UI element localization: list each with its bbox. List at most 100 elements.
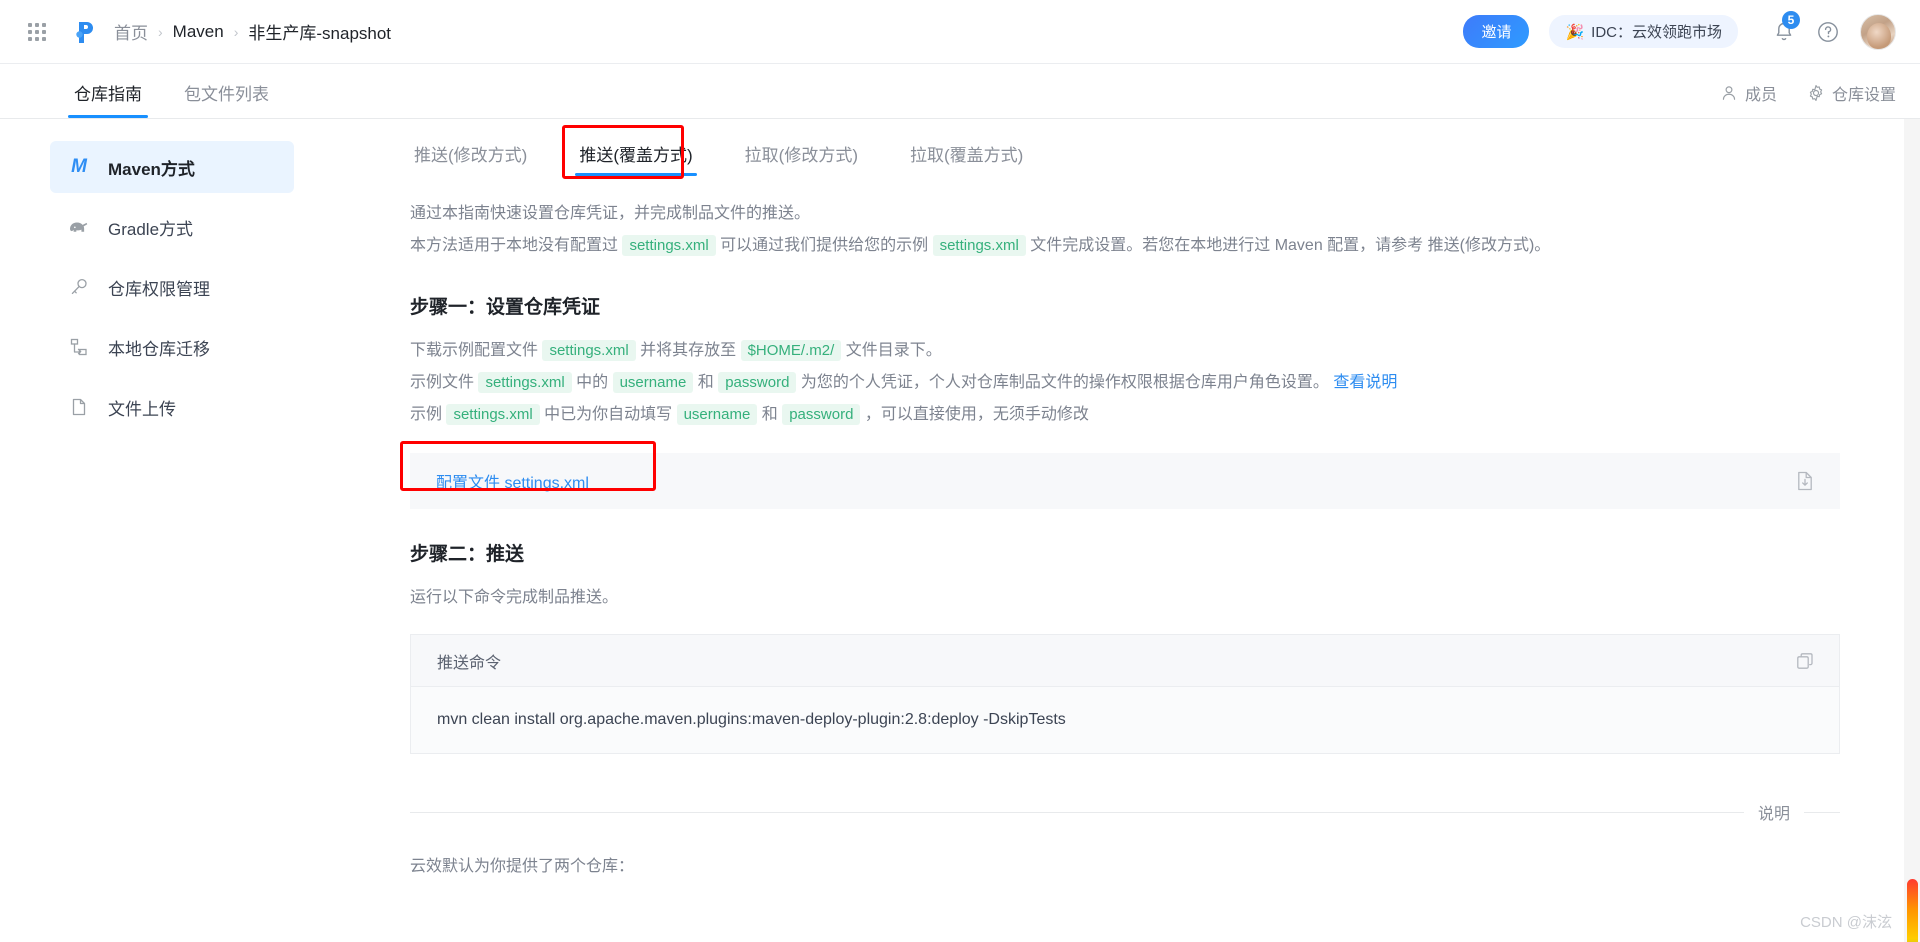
divider-line-left [410,811,1744,813]
divider-label: 说明 [1757,806,1790,823]
page-tabs: 仓库指南 包文件列表 成员 仓库设置 [0,64,1920,119]
intro-paragraph-2: 本方法适用于本地没有配置过 settings.xml 可以通过我们提供给您的示例… [410,230,1840,262]
repo-settings-label: 仓库设置 [1831,87,1896,104]
file-download-icon [1798,471,1812,491]
intro2-text-c: 文件完成设置。若您在本地进行过 Maven 配置，请参考 推送(修改方式)。 [1030,237,1551,254]
file-icon [68,396,90,418]
code-chip-settings-xml: settings.xml [446,404,540,425]
code-chip-username: username [612,372,694,393]
step1l1-text-c: 文件目录下。 [845,342,942,359]
members-button[interactable]: 成员 [1720,81,1777,105]
copy-command-button[interactable] [1795,651,1815,671]
step1l2-text-c: 和 [697,374,714,391]
invite-button[interactable]: 邀请 [1463,15,1530,48]
step1l2-text-d: 为您的个人凭证，个人对仓库制品文件的操作权限根据仓库用户角色设置。 [800,374,1329,391]
gear-icon [1809,85,1823,101]
explanation-text: 云效默认为你提供了两个仓库： [410,858,635,875]
content-tab-pull-override[interactable]: 拉取(覆盖方式) [906,141,1027,176]
step1l3-text-c: 和 [761,406,778,423]
content-tabs: 推送(修改方式) 推送(覆盖方式) 拉取(修改方式) 拉取(覆盖方式) [410,125,1840,179]
page-scrollbar-track[interactable] [1904,119,1920,942]
step-two-title: 步骤二：推送 [410,544,525,565]
migrate-icon [68,336,90,358]
sidebar-item-label: 本地仓库迁移 [108,339,210,359]
code-chip-password: password [718,372,797,393]
code-chip-password: password [782,404,861,425]
promo-banner[interactable]: 🎉 IDC：云效领跑市场 [1549,15,1738,48]
push-command-title: 推送命令 [437,654,502,672]
settings-file-card: 配置文件 settings.xml [400,441,1840,509]
repo-settings-button[interactable]: 仓库设置 [1807,81,1896,105]
apps-grid-icon[interactable] [26,21,48,43]
sidebar-item-gradle[interactable]: Gradle方式 [50,201,294,253]
sidebar-item-file-upload[interactable]: 文件上传 [50,381,294,433]
maven-m-icon: M [71,156,87,177]
intro2-text-a: 本方法适用于本地没有配置过 [410,237,619,254]
watermark: CSDN @沫泫 [1800,914,1892,931]
content-tab-push-modify[interactable]: 推送(修改方式) [410,141,531,176]
code-chip-settings-xml: settings.xml [622,235,716,256]
notifications-button[interactable]: 5 [1772,10,1800,44]
members-label: 成员 [1744,87,1777,104]
breadcrumb-item-maven[interactable]: Maven [173,22,224,42]
promo-label: IDC：云效领跑市场 [1591,24,1722,41]
sidebar-item-migrate[interactable]: 本地仓库迁移 [50,321,294,373]
intro2-text-b: 可以通过我们提供给您的示例 [720,237,929,254]
key-icon [68,276,90,298]
divider-line-right [1804,811,1840,813]
breadcrumb-item-home[interactable]: 首页 [114,19,148,44]
code-chip-settings-xml: settings.xml [542,340,636,361]
content-tab-push-override[interactable]: 推送(覆盖方式) [575,141,697,176]
section-divider: 说明 [410,800,1840,824]
step1-line-3: 示例 settings.xml 中已为你自动填写 username 和 pass… [410,399,1840,431]
help-button[interactable] [1816,20,1840,44]
notification-badge: 5 [1782,10,1800,29]
top-header: 首页 › Maven › 非生产库-snapshot 邀请 🎉 IDC：云效领跑… [0,0,1920,64]
step1l3-text-d: ，可以直接使用，无须手动修改 [864,406,1089,423]
step1l2-text-b: 中的 [576,374,609,391]
sidebar-item-label: Gradle方式 [108,219,194,239]
sidebar-item-label: Maven方式 [108,159,195,179]
party-popper-icon: 🎉 [1565,23,1585,41]
sidebar-item-label: 文件上传 [108,399,176,419]
platform-logo-icon[interactable] [70,17,100,47]
code-chip-settings-xml: settings.xml [478,372,572,393]
breadcrumb: 首页 › Maven › 非生产库-snapshot [114,19,391,44]
sidebar-item-permissions[interactable]: 仓库权限管理 [50,261,294,313]
step1l2-text-a: 示例文件 [410,374,475,391]
header-actions: 邀请 🎉 IDC：云效领跑市场 5 [1463,10,1896,50]
step1-line-2: 示例文件 settings.xml 中的 username 和 password… [410,367,1840,399]
step1l1-text-b: 并将其存放至 [640,342,737,359]
code-chip-settings-xml: settings.xml [932,235,1026,256]
page-body: M Maven方式 Gradle方式 仓库权限管理 本地仓库迁移 文件上传 推送… [0,119,1920,942]
step1-line-1: 下载示例配置文件 settings.xml 并将其存放至 $HOME/.m2/ … [410,335,1840,367]
tab-package-files[interactable]: 包文件列表 [180,80,273,118]
step1l1-text-a: 下载示例配置文件 [410,342,539,359]
step-one-title: 步骤一：设置仓库凭证 [410,297,601,318]
step1l3-text-a: 示例 [410,406,443,423]
question-circle-icon [1818,21,1838,42]
step2-line-1: 运行以下命令完成制品推送。 [410,589,619,606]
sidebar-item-label: 仓库权限管理 [108,279,210,299]
page-scrollbar-thumb[interactable] [1907,879,1918,942]
user-avatar[interactable] [1860,13,1896,50]
content-tab-pull-modify[interactable]: 拉取(修改方式) [741,141,862,176]
page-tab-actions: 成员 仓库设置 [1720,81,1896,118]
main-content: 推送(修改方式) 推送(覆盖方式) 拉取(修改方式) 拉取(覆盖方式) 通过本指… [320,119,1920,942]
view-docs-link[interactable]: 查看说明 [1333,374,1397,391]
tab-repo-guide[interactable]: 仓库指南 [68,80,148,118]
gradle-elephant-icon [68,216,90,238]
sidebar: M Maven方式 Gradle方式 仓库权限管理 本地仓库迁移 文件上传 [0,119,320,942]
file-download-button[interactable] [1794,470,1816,492]
breadcrumb-separator: › [158,23,163,40]
push-command-text: mvn clean install org.apache.maven.plugi… [411,687,1839,753]
copy-icon [1797,652,1813,669]
settings-file-link[interactable]: 配置文件 settings.xml [436,469,589,493]
intro-paragraph-1: 通过本指南快速设置仓库凭证，并完成制品文件的推送。 [410,205,811,222]
user-icon [1722,86,1736,100]
breadcrumb-separator: › [233,23,239,40]
sidebar-item-maven[interactable]: M Maven方式 [50,141,294,193]
step1l3-text-b: 中已为你自动填写 [544,406,673,423]
push-command-header: 推送命令 [411,635,1839,687]
breadcrumb-item-current: 非生产库-snapshot [248,24,392,43]
